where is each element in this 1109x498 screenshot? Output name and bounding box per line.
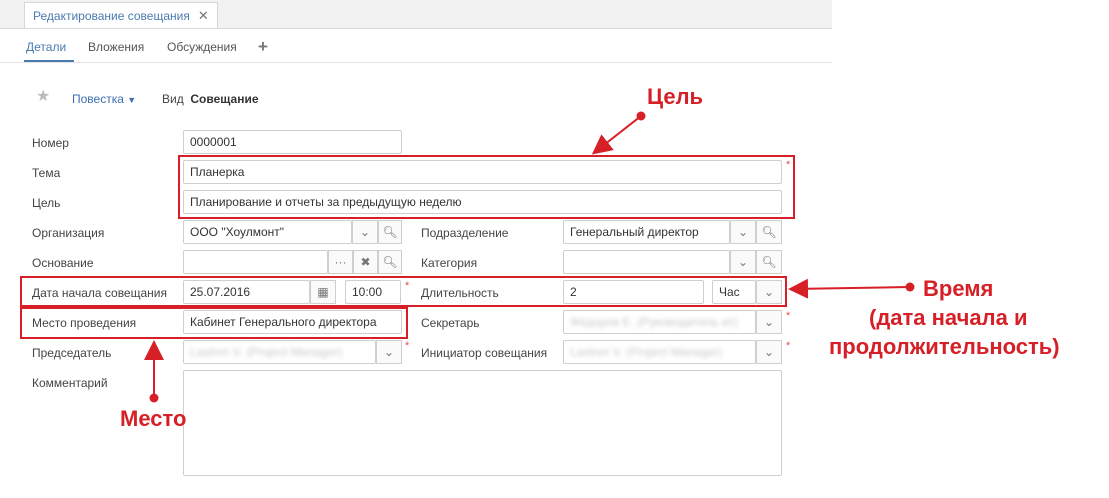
time-annotation-line2: (дата начала и: [869, 305, 1028, 330]
goal-annotation: Цель: [647, 84, 704, 109]
time-annotation-line1: Время: [923, 276, 994, 301]
time-arrow: [788, 278, 911, 299]
goal-arrow: [591, 115, 642, 155]
time-annotation-line3: продолжительность): [829, 334, 1060, 359]
place-annotation: Место: [120, 406, 187, 431]
